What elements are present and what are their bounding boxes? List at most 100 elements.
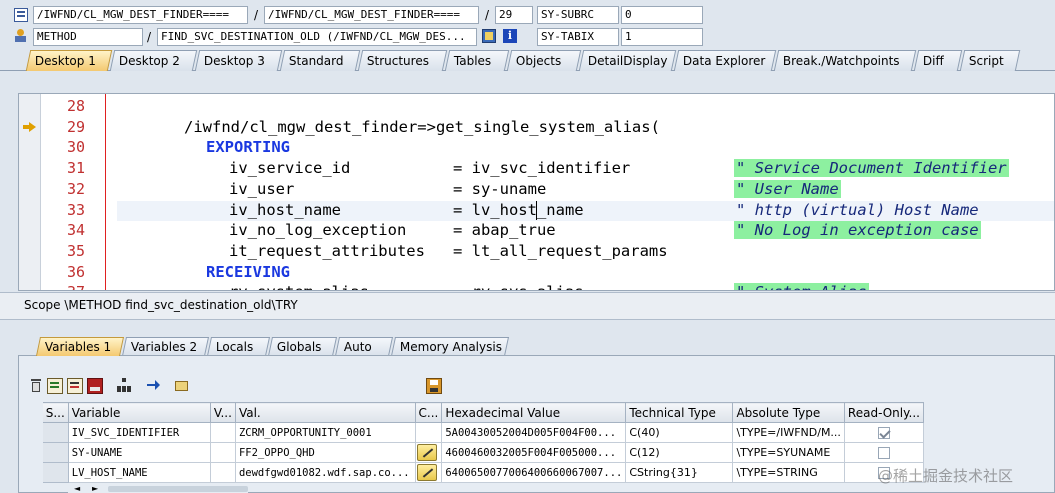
variable-name-cell[interactable]: IV_SVC_IDENTIFIER — [67, 422, 211, 443]
variables-tab-2[interactable]: Variables 2 — [121, 337, 210, 356]
column-header[interactable]: V... — [209, 402, 236, 423]
variable-v-cell — [209, 462, 236, 483]
desktop-tab-2[interactable]: Desktop 2 — [109, 50, 198, 71]
sy-tabix-name-field[interactable]: SY-TABIX — [537, 28, 619, 46]
code-line[interactable]: iv_service_id = iv_svc_identifier — [229, 158, 630, 178]
desktop-tab-label: Standard — [288, 54, 344, 68]
code-comment: " http (virtual) Host Name — [736, 200, 979, 219]
column-header[interactable]: Read-Only... — [843, 402, 925, 423]
code-line[interactable]: EXPORTING — [206, 137, 290, 157]
variable-row[interactable]: IV_SVC_IDENTIFIER ZCRM_OPPORTUNITY_0001 5A… — [24, 422, 925, 443]
sy-subrc-name-field[interactable]: SY-SUBRC — [537, 6, 619, 24]
hex-value-cell: 5A00430052004D005F004F00... — [441, 422, 627, 443]
sy-subrc-value-field[interactable]: 0 — [621, 6, 703, 24]
include-field[interactable]: /IWFND/CL_MGW_DEST_FINDER==== — [264, 6, 479, 24]
column-header[interactable]: Technical Type — [625, 402, 734, 423]
row-selector[interactable] — [24, 422, 43, 443]
scroll-left-icon[interactable]: ◄ — [74, 485, 80, 493]
code-line[interactable]: /iwfnd/cl_mgw_dest_finder=>get_single_sy… — [184, 117, 660, 137]
line-number: 28 — [66, 97, 85, 115]
detail-view-icon[interactable] — [47, 378, 63, 394]
variables-tab-1[interactable]: Variables 1 — [35, 337, 125, 356]
structure-icon[interactable] — [116, 378, 132, 394]
variables-tab-label: Locals — [215, 340, 254, 354]
status-cell[interactable] — [41, 442, 69, 463]
read-only-cell — [843, 442, 925, 463]
row-selector[interactable] — [24, 462, 43, 483]
variables-tab-label: Variables 2 — [130, 340, 198, 354]
desktop-tab-4[interactable]: Standard — [279, 50, 361, 71]
technical-type-cell: CString{31} — [625, 462, 734, 483]
event-type-field[interactable]: METHOD — [33, 28, 143, 46]
delete-icon[interactable] — [28, 378, 44, 394]
code-line[interactable]: iv_no_log_exception = abap_true — [229, 220, 556, 240]
load-variables-icon[interactable] — [87, 378, 103, 394]
code-line[interactable]: iv_user = sy-uname — [229, 179, 546, 199]
code-line[interactable]: it_request_attributes = lt_all_request_p… — [229, 241, 668, 261]
value-cell[interactable]: ZCRM_OPPORTUNITY_0001 — [234, 422, 416, 443]
value-cell[interactable]: FF2_OPPO_QHD — [234, 442, 416, 463]
scrollbar-track[interactable] — [108, 486, 248, 492]
pencil-edit-icon[interactable] — [416, 464, 437, 481]
desktop-tab-8[interactable]: DetailDisplay — [578, 50, 677, 71]
variable-name-cell[interactable]: LV_HOST_NAME — [67, 462, 211, 483]
code-line[interactable]: rv_system_alias = rv_sys_alias — [229, 282, 584, 290]
method-name-field[interactable]: FIND_SVC_DESTINATION_OLD (/IWFND/CL_MGW_… — [157, 28, 477, 46]
column-header[interactable]: C... — [414, 402, 443, 423]
desktop-tab-1[interactable]: Desktop 1 — [25, 50, 113, 71]
column-header[interactable]: Absolute Type — [732, 402, 845, 423]
desktop-tab-11[interactable]: Diff — [913, 50, 963, 71]
sy-tabix-value-field[interactable]: 1 — [621, 28, 703, 46]
scroll-right-icon[interactable]: ► — [92, 485, 98, 493]
display-object-icon[interactable] — [482, 29, 496, 43]
source-code-editor[interactable]: 28 29/iwfnd/cl_mgw_dest_finder=>get_singl… — [18, 93, 1055, 291]
code-line[interactable]: RECEIVING — [206, 262, 290, 282]
save-icon[interactable] — [426, 378, 442, 394]
value-cell[interactable]: dewdfgwd01082.wdf.sap.co... — [234, 462, 416, 483]
line-number: 30 — [66, 138, 85, 157]
desktop-tab-label: Tables — [453, 54, 492, 68]
variables-tab-label: Auto — [343, 340, 372, 354]
variables-tab-6[interactable]: Memory Analysis — [390, 337, 510, 356]
desktop-tab-12[interactable]: Script — [959, 50, 1021, 71]
change-value-cell[interactable] — [414, 422, 443, 443]
horizontal-scrollbar[interactable]: ◄ ► — [68, 484, 248, 493]
variables-tab-4[interactable]: Globals — [267, 337, 338, 356]
line-number-field[interactable]: 29 — [495, 6, 533, 24]
desktop-tab-label: Structures — [366, 54, 429, 68]
code-line[interactable]: iv_host_name = lv_host_name — [229, 200, 584, 220]
desktop-tab-label: Data Explorer — [682, 54, 766, 68]
variable-name-cell[interactable]: SY-UNAME — [67, 442, 211, 463]
desktop-tab-label: DetailDisplay — [587, 54, 668, 68]
change-value-cell[interactable] — [414, 462, 443, 483]
save-variables-icon[interactable] — [67, 378, 83, 394]
desktop-tab-5[interactable]: Structures — [357, 50, 448, 71]
program-icon — [14, 8, 28, 22]
change-value-cell[interactable] — [414, 442, 443, 463]
column-header[interactable]: Hexadecimal Value — [441, 402, 627, 423]
desktop-tab-3[interactable]: Desktop 3 — [194, 50, 283, 71]
row-selector[interactable] — [24, 442, 43, 463]
navigate-icon[interactable] — [145, 378, 161, 394]
desktop-tab-6[interactable]: Tables — [444, 50, 510, 71]
variable-row[interactable]: SY-UNAME FF2_OPPO_QHD 4600460032005F004F00… — [24, 442, 925, 463]
status-cell[interactable] — [41, 422, 69, 443]
desktop-tab-10[interactable]: Break./Watchpoints — [773, 50, 917, 71]
variables-tab-3[interactable]: Locals — [206, 337, 271, 356]
status-cell[interactable] — [41, 462, 69, 483]
column-header[interactable]: Val. — [234, 402, 416, 423]
line-number: 33 — [66, 200, 85, 219]
program-field[interactable]: /IWFND/CL_MGW_DEST_FINDER==== — [33, 6, 248, 24]
desktop-tab-label: Break./Watchpoints — [782, 54, 900, 68]
desktop-tab-9[interactable]: Data Explorer — [673, 50, 777, 71]
variable-row[interactable]: LV_HOST_NAME dewdfgwd01082.wdf.sap.co... 6… — [24, 462, 925, 483]
info-icon[interactable]: i — [503, 29, 517, 43]
folder-icon[interactable] — [174, 378, 190, 394]
desktop-tabs: Desktop 1 Desktop 2 Desktop 3 Standard Struc… — [0, 50, 1055, 71]
column-header[interactable]: Variable — [67, 402, 211, 423]
variables-tab-5[interactable]: Auto — [334, 337, 394, 356]
column-header[interactable]: S... — [41, 402, 69, 423]
pencil-edit-icon[interactable] — [416, 444, 437, 461]
pane-splitter[interactable] — [0, 320, 1055, 334]
desktop-tab-7[interactable]: Objects — [506, 50, 582, 71]
